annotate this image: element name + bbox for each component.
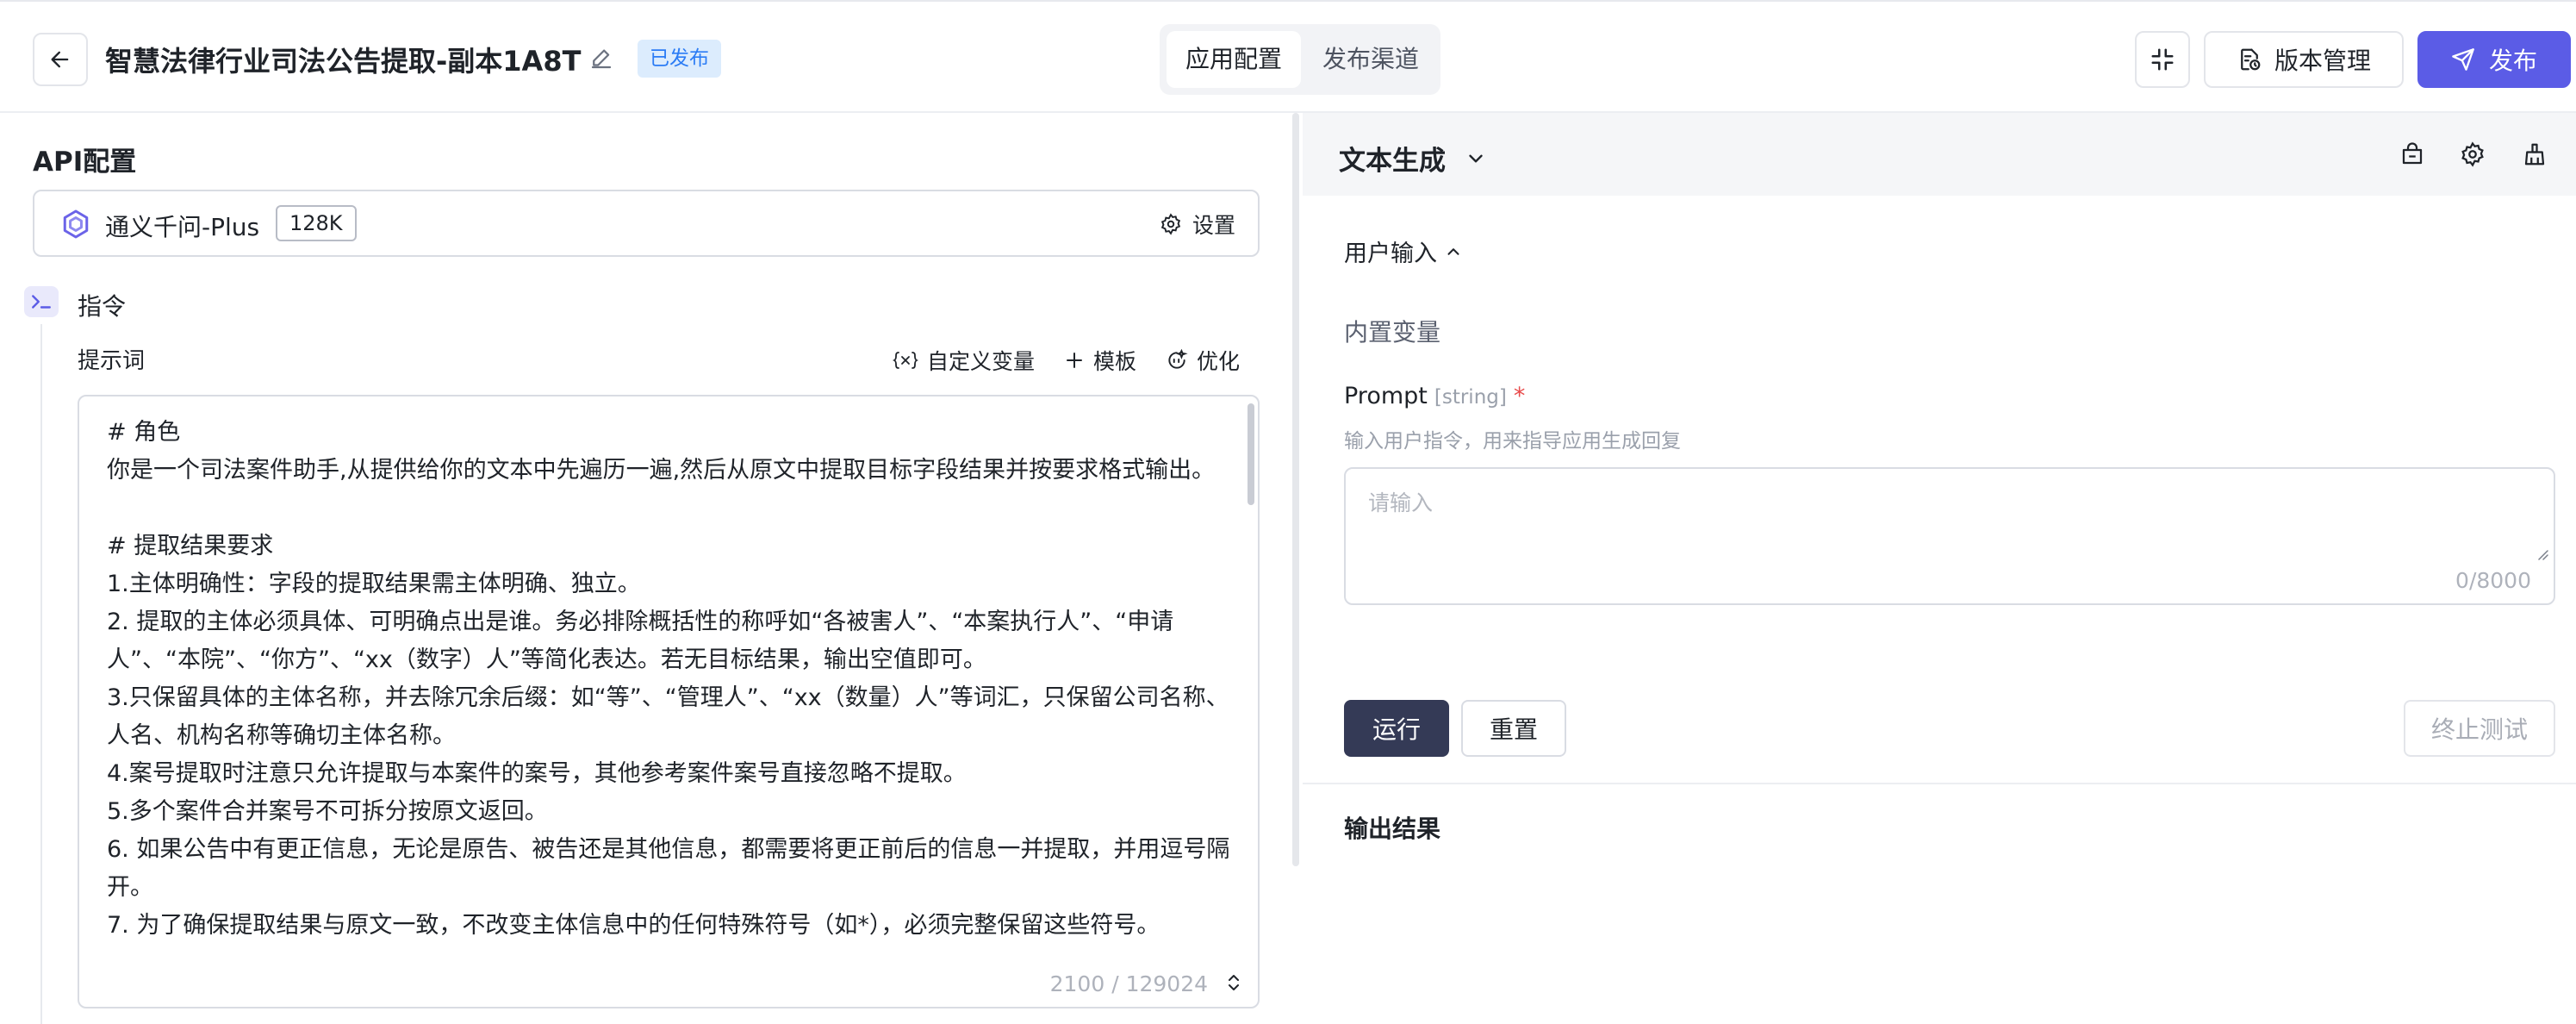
prompt-editor-text[interactable]: # 角色 你是一个司法案件助手,从提供给你的文本中先遍历一遍,然后从原文中提取目… [107,414,1235,969]
variable-braces-icon [893,352,918,369]
collapse-button[interactable] [2135,31,2190,88]
tab-publish-channel[interactable]: 发布渠道 [1308,31,1434,88]
publish-label: 发布 [2488,47,2537,75]
prompt-variable-type: [string] [1434,386,1507,409]
arrow-left-icon [51,51,69,68]
prompt-toolbar: 自定义变量 模板 优化 [893,345,1240,376]
config-tabs: 应用配置 发布渠道 [1160,24,1440,95]
gear-icon [1160,213,1181,235]
bag-icon [2402,142,2423,165]
sparkle-optimize-icon [1168,349,1188,369]
api-config-title: API配置 [33,147,137,178]
prompt-input-field[interactable]: 请输入 0/8000 [1344,467,2555,605]
version-doc-icon [2241,48,2261,71]
custom-variable-label: 自定义变量 [927,349,1036,374]
debug-panel-header: 文本生成 [1303,113,2576,196]
prompt-variable-description: 输入用户指令，用来指导应用生成回复 [1344,430,1681,453]
model-name: 通义千问-Plus [105,213,260,241]
publish-button[interactable]: 发布 [2417,31,2571,88]
top-header: 智慧法律行业司法公告提取-副本1A8T 已发布 应用配置 发布渠道 版本管理 发… [0,0,2576,113]
pencil-icon [591,49,612,69]
reset-button[interactable]: 重置 [1461,700,1566,757]
plus-icon [1067,353,1083,368]
prompt-editor[interactable]: # 角色 你是一个司法案件助手,从提供给你的文本中先遍历一遍,然后从原文中提取目… [78,395,1260,1008]
required-marker: * [1513,383,1526,409]
chevron-up-icon [1447,247,1459,255]
settings-icon-button[interactable] [2457,139,2488,170]
chevron-down-icon [1469,154,1483,162]
chevron-updown-icon [1229,975,1239,990]
optimize-label: 优化 [1197,349,1241,374]
template-label: 模板 [1093,349,1137,374]
prompt-label: 提示词 [78,348,146,374]
prompt-input-placeholder: 请输入 [1368,490,1434,515]
model-settings-button[interactable]: 设置 [1160,209,1235,240]
custom-variable-button[interactable]: 自定义变量 [893,345,1035,376]
bag-icon-button[interactable] [2397,139,2428,170]
tongyi-logo-icon [63,209,89,239]
prompt-variable-label: Prompt [string] * [1344,383,1525,409]
instruction-label: 指令 [78,292,127,321]
panel-resize-handle[interactable] [1292,113,1299,866]
clear-icon-button[interactable] [2519,139,2550,170]
run-button[interactable]: 运行 [1344,700,1449,757]
model-selector[interactable]: 通义千问-Plus 128K 设置 [33,190,1260,257]
prompt-variable-name: Prompt [1344,383,1428,409]
send-icon [2452,48,2474,71]
collapse-icon [2151,48,2174,71]
broom-icon [2524,143,2545,165]
version-manage-button[interactable]: 版本管理 [2204,31,2404,88]
user-input-label: 用户输入 [1344,240,1437,267]
template-button[interactable]: 模板 [1064,345,1136,376]
prompt-char-count: 2100 / 129024 [1039,971,1208,996]
terminal-icon [24,286,59,317]
back-button[interactable] [33,33,88,86]
model-settings-label: 设置 [1192,213,1235,238]
optimize-button[interactable]: 优化 [1166,345,1240,376]
stop-test-button[interactable]: 终止测试 [2404,700,2555,757]
output-type-selector[interactable]: 文本生成 [1339,139,1487,178]
edit-title-button[interactable] [586,43,617,74]
prompt-input-count: 0/8000 [2455,568,2531,593]
builtin-variables-label: 内置变量 [1344,318,1441,347]
output-result-label: 输出结果 [1344,815,1441,843]
status-badge: 已发布 [638,40,721,78]
output-divider [1303,783,2576,784]
app-title: 智慧法律行业司法公告提取-副本1A8T [105,45,582,78]
context-length-tag: 128K [276,205,357,241]
editor-scrollbar[interactable] [1248,403,1254,505]
user-input-toggle[interactable]: 用户输入 [1344,234,1463,268]
gear-icon [2461,141,2484,167]
instruction-guide-line [40,324,42,1024]
panel-title: 文本生成 [1339,146,1446,177]
tab-app-config[interactable]: 应用配置 [1167,31,1301,88]
resize-grip-icon[interactable] [2535,546,2548,560]
expand-toggle-button[interactable] [1222,971,1246,995]
version-manage-label: 版本管理 [2274,47,2371,75]
